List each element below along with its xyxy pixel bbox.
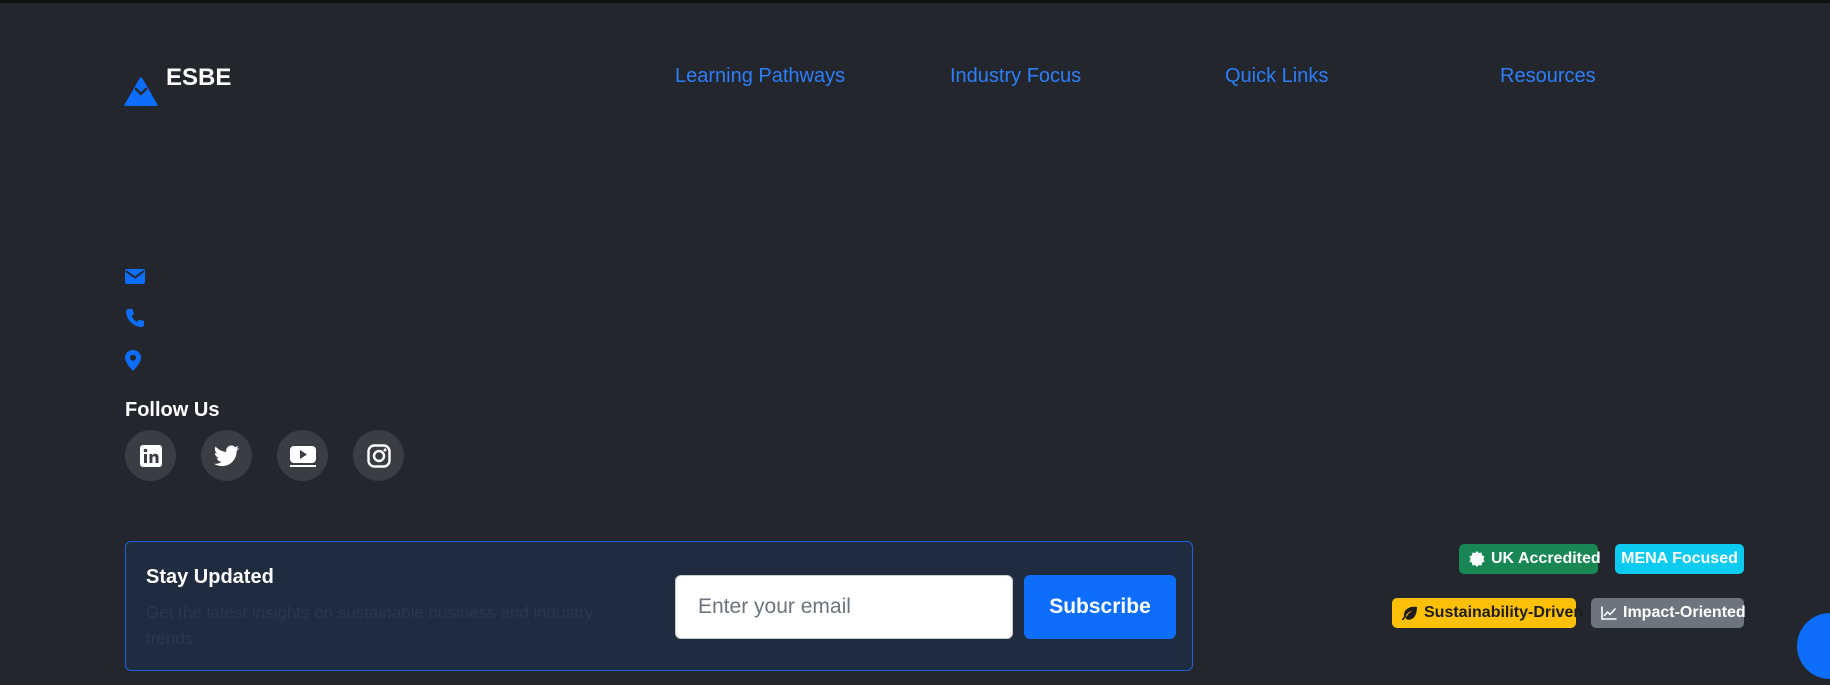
instagram-icon [366,443,391,468]
follow-us-heading: Follow Us [125,399,220,421]
email-input[interactable] [675,575,1013,639]
social-links [125,430,404,481]
mena-focused-label: MENA Focused [1621,550,1738,567]
certificate-icon [1469,551,1485,567]
footer-brand[interactable]: ESBE [124,64,231,106]
map-pin-icon [125,350,145,371]
linkedin-icon [139,444,162,467]
twitter-icon [213,445,239,466]
phone-icon [125,308,145,328]
subscribe-button[interactable]: Subscribe [1024,575,1176,639]
newsletter-box: Stay Updated Get the latest insights on … [125,541,1193,671]
line-chart-icon [1601,606,1617,620]
instagram-button[interactable] [353,430,404,481]
envelope-icon [125,267,145,287]
top-edge [0,0,1830,3]
uk-accredited-badge: UK Accredited [1459,544,1601,574]
back-to-top-button[interactable] [1797,613,1830,679]
footer-heading-learning-pathways[interactable]: Learning Pathways [675,62,845,90]
youtube-button[interactable] [277,430,328,481]
footer-heading-industry-focus[interactable]: Industry Focus [950,62,1081,90]
leaf-icon [1402,606,1417,620]
impact-oriented-label: Impact-Oriented [1623,604,1746,621]
newsletter-title: Stay Updated [146,566,274,588]
impact-oriented-badge: Impact-Oriented [1591,598,1746,628]
mena-focused-badge: MENA Focused [1615,544,1744,574]
linkedin-button[interactable] [125,430,176,481]
twitter-button[interactable] [201,430,252,481]
footer-heading-resources[interactable]: Resources [1500,62,1596,90]
mountain-icon [124,77,158,106]
sustainability-driven-label: Sustainability-Driven [1424,604,1584,621]
youtube-icon [289,445,316,467]
footer-heading-quick-links[interactable]: Quick Links [1225,62,1328,90]
uk-accredited-label: UK Accredited [1491,550,1601,567]
sustainability-driven-badge: Sustainability-Driven [1392,598,1583,628]
brand-name: ESBE [166,64,232,91]
newsletter-description: Get the latest insights on sustainable b… [146,603,593,648]
